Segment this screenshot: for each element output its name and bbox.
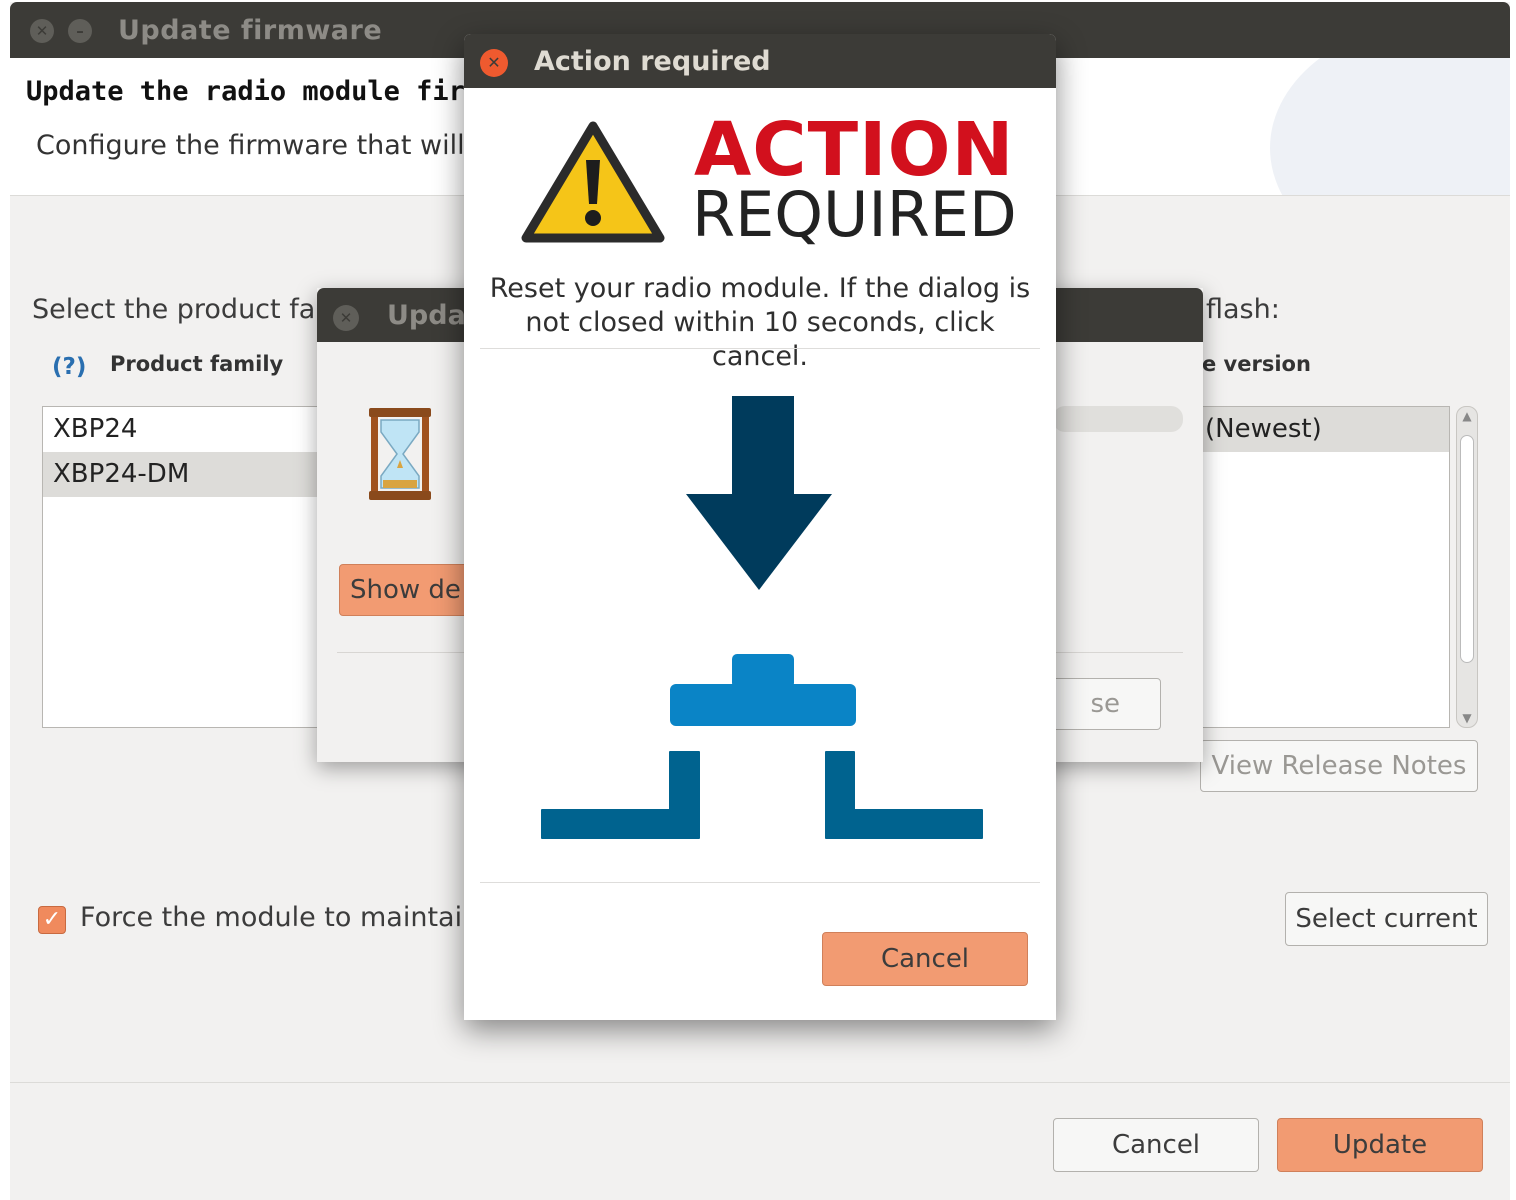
- action-cancel-button[interactable]: Cancel: [822, 932, 1028, 986]
- reset-button-illustration: [541, 396, 983, 839]
- scroll-up-icon[interactable]: ▲: [1457, 409, 1477, 423]
- progress-bar: [1053, 406, 1183, 432]
- warning-icon: [521, 121, 665, 243]
- close-icon[interactable]: ✕: [333, 305, 359, 331]
- wizard-title: Update the radio module firm: [26, 76, 482, 107]
- flash-label: flash:: [1206, 294, 1280, 325]
- required-heading: REQUIRED: [692, 178, 1017, 251]
- select-current-button[interactable]: Select current: [1285, 892, 1488, 946]
- product-family-header: Product family: [110, 352, 284, 376]
- close-icon[interactable]: ✕: [480, 49, 508, 77]
- footer-divider: [10, 1082, 1510, 1083]
- select-family-label: Select the product fa: [32, 294, 316, 325]
- help-icon[interactable]: (?): [52, 354, 86, 380]
- hourglass-icon: [369, 408, 431, 500]
- cancel-button[interactable]: Cancel: [1053, 1118, 1259, 1172]
- instruction-text: Reset your radio module. If the dialog i…: [478, 272, 1042, 374]
- instruction-line-1: Reset your radio module. If the dialog i…: [489, 273, 1031, 304]
- header-decoration: [1270, 58, 1510, 195]
- version-scrollbar[interactable]: ▲ ▼: [1456, 406, 1478, 728]
- action-dialog-title: Action required: [534, 46, 771, 77]
- window-close-icon[interactable]: ✕: [30, 19, 54, 43]
- firmware-version-list[interactable]: (Newest): [1190, 406, 1450, 728]
- force-module-label: Force the module to maintain: [80, 902, 480, 933]
- window-title: Update firmware: [118, 15, 383, 46]
- action-required-dialog: ✕ Action required ACTION REQUIRED Reset …: [464, 34, 1056, 1020]
- window-minimize-icon[interactable]: –: [68, 19, 92, 43]
- view-release-notes-button[interactable]: View Release Notes: [1200, 740, 1478, 792]
- list-item[interactable]: (Newest): [1191, 407, 1449, 452]
- action-titlebar: ✕ Action required: [464, 34, 1056, 88]
- instruction-line-2: not closed within 10 seconds, click canc…: [525, 307, 995, 372]
- progress-dialog-title: Upda: [387, 300, 466, 331]
- action-divider-top: [480, 348, 1040, 349]
- scroll-down-icon[interactable]: ▼: [1457, 711, 1477, 725]
- force-module-checkbox[interactable]: ✓: [38, 906, 66, 934]
- update-button[interactable]: Update: [1277, 1118, 1483, 1172]
- action-divider-bottom: [480, 882, 1040, 883]
- scrollbar-thumb[interactable]: [1460, 435, 1474, 663]
- wizard-subtitle: Configure the firmware that will b: [36, 130, 491, 161]
- firmware-version-header: e version: [1202, 352, 1311, 376]
